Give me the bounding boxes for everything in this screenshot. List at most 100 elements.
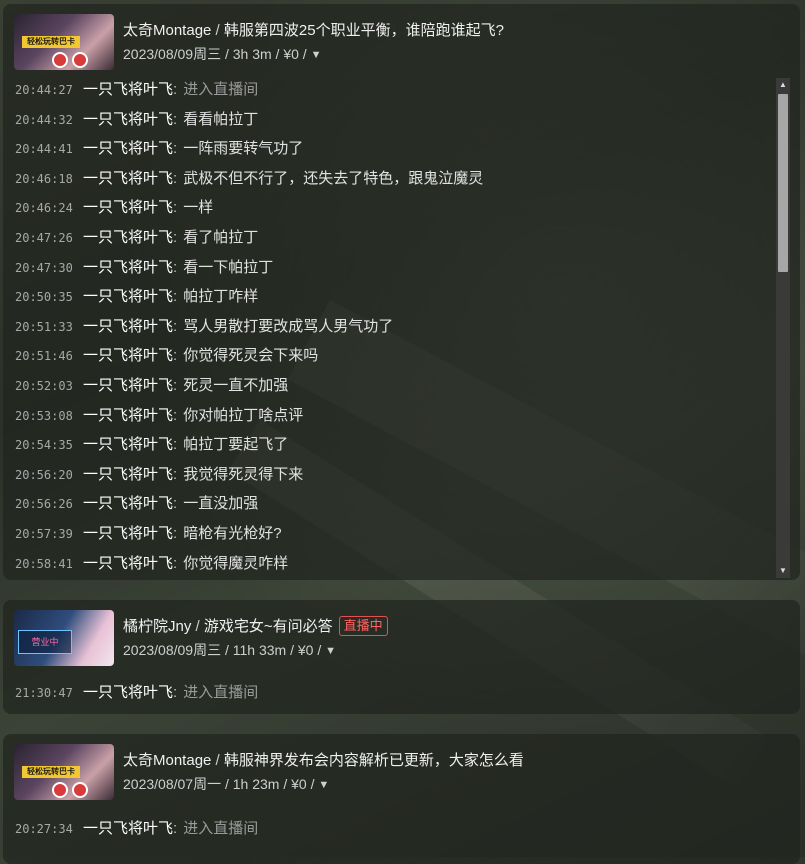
message-username[interactable]: 一只飞将叶飞	[83, 466, 173, 483]
message-text: 看了帕拉丁	[183, 228, 259, 246]
expand-toggle-icon[interactable]: ▼	[318, 779, 329, 791]
message-text: 帕拉丁咋样	[183, 288, 259, 306]
message-username[interactable]: 一只飞将叶飞	[83, 288, 173, 305]
message-timestamp: 20:44:41	[15, 142, 73, 157]
thumbnail-banner: 轻松玩转巴卡	[22, 36, 80, 48]
message-username[interactable]: 一只飞将叶飞	[83, 525, 173, 542]
session-card-3: 轻松玩转巴卡 太奇Montage / 韩服神界发布会内容解析已更新，大家怎么看 …	[3, 734, 800, 864]
message-username[interactable]: 一只飞将叶飞	[83, 229, 173, 246]
chat-message: 20:47:26 一只飞将叶飞: 看了帕拉丁	[15, 223, 483, 253]
message-colon: :	[173, 258, 178, 276]
message-timestamp: 20:56:26	[15, 497, 73, 512]
no-entry-icon	[72, 782, 88, 798]
chat-message: 20:57:39 一只飞将叶飞: 暗枪有光枪好?	[15, 519, 483, 549]
message-colon: :	[173, 317, 178, 335]
scroll-up-icon[interactable]: ▲	[776, 78, 790, 92]
message-username[interactable]: 一只飞将叶飞	[83, 318, 173, 335]
session-meta: 2023/08/09周三 / 11h 33m / ¥0 / ▼	[123, 640, 336, 660]
separator: /	[221, 642, 233, 658]
chat-message: 20:52:03 一只飞将叶飞: 死灵一直不加强	[15, 371, 483, 401]
message-text: 一阵雨要转气功了	[183, 140, 304, 158]
session-date: 2023/08/09周三	[123, 642, 222, 658]
streamer-name[interactable]: 太奇Montage	[123, 22, 211, 39]
message-username[interactable]: 一只飞将叶飞	[83, 684, 173, 701]
session-title-line: 太奇Montage / 韩服神界发布会内容解析已更新，大家怎么看	[123, 749, 524, 770]
message-timestamp: 20:54:35	[15, 438, 73, 453]
session-card-2: 营业中 橘柠院Jny / 游戏宅女~有问必答 直播中 2023/08/09周三 /…	[3, 600, 800, 714]
streamer-name[interactable]: 太奇Montage	[123, 752, 211, 769]
chat-message: 20:27:34 一只飞将叶飞: 进入直播间	[15, 814, 258, 844]
stream-title[interactable]: 游戏宅女~有问必答	[204, 618, 333, 635]
streamer-name[interactable]: 橘柠院Jny	[123, 618, 191, 635]
message-timestamp: 20:53:08	[15, 408, 73, 423]
message-username[interactable]: 一只飞将叶飞	[83, 555, 173, 572]
system-message-text: 进入直播间	[183, 81, 259, 98]
message-timestamp: 20:47:26	[15, 230, 73, 245]
message-username[interactable]: 一只飞将叶飞	[83, 199, 173, 216]
chat-message: 20:46:24 一只飞将叶飞: 一样	[15, 193, 483, 223]
chat-message: 20:44:32 一只飞将叶飞: 看看帕拉丁	[15, 105, 483, 135]
separator: /	[221, 776, 233, 792]
message-text: 帕拉丁要起飞了	[183, 436, 289, 454]
separator: /	[211, 22, 224, 39]
session-date: 2023/08/07周一	[123, 776, 222, 792]
separator: /	[298, 46, 311, 62]
expand-toggle-icon[interactable]: ▼	[311, 49, 322, 61]
message-colon: :	[173, 110, 178, 128]
message-text: 骂人男散打要改成骂人男气功了	[183, 317, 394, 335]
scrollbar[interactable]: ▲ ▼	[776, 78, 790, 578]
message-colon: :	[173, 376, 178, 394]
message-username[interactable]: 一只飞将叶飞	[83, 140, 173, 157]
separator: /	[286, 642, 298, 658]
message-text: 你觉得魔灵咋样	[183, 554, 289, 572]
message-colon: :	[173, 199, 178, 217]
chat-message: 20:56:26 一只飞将叶飞: 一直没加强	[15, 489, 483, 519]
chat-message: 20:44:41 一只飞将叶飞: 一阵雨要转气功了	[15, 134, 483, 164]
session-duration: 11h 33m	[232, 642, 287, 658]
message-username[interactable]: 一只飞将叶飞	[83, 347, 173, 364]
session-duration: 3h 3m	[232, 46, 272, 62]
stream-thumbnail[interactable]: 轻松玩转巴卡	[14, 744, 114, 800]
stream-title[interactable]: 韩服第四波25个职业平衡，谁陪跑谁起飞?	[224, 22, 504, 39]
message-timestamp: 20:58:41	[15, 556, 73, 571]
no-entry-icon	[52, 52, 68, 68]
expand-toggle-icon[interactable]: ▼	[325, 645, 336, 657]
scroll-down-icon[interactable]: ▼	[776, 564, 790, 578]
scrollbar-thumb[interactable]	[778, 94, 788, 272]
chat-message: 20:58:41 一只飞将叶飞: 你觉得魔灵咋样	[15, 549, 483, 579]
message-username[interactable]: 一只飞将叶飞	[83, 111, 173, 128]
system-message-text: 进入直播间	[183, 820, 259, 837]
stream-thumbnail[interactable]: 营业中	[14, 610, 114, 666]
message-username[interactable]: 一只飞将叶飞	[83, 407, 173, 424]
message-username[interactable]: 一只飞将叶飞	[83, 81, 173, 98]
session-duration: 1h 23m	[232, 776, 280, 792]
message-username[interactable]: 一只飞将叶飞	[83, 436, 173, 453]
no-entry-icon	[72, 52, 88, 68]
message-username[interactable]: 一只飞将叶飞	[83, 495, 173, 512]
message-colon: :	[173, 495, 178, 513]
message-colon: :	[173, 169, 178, 187]
message-colon: :	[173, 436, 178, 454]
message-text: 一样	[183, 199, 214, 217]
message-timestamp: 20:57:39	[15, 526, 73, 541]
message-text: 一直没加强	[183, 495, 259, 513]
message-timestamp: 20:56:20	[15, 467, 73, 482]
message-username[interactable]: 一只飞将叶飞	[83, 170, 173, 187]
chat-message: 20:44:27 一只飞将叶飞: 进入直播间	[15, 75, 483, 105]
message-text: 看一下帕拉丁	[183, 258, 274, 276]
message-username[interactable]: 一只飞将叶飞	[83, 259, 173, 276]
message-username[interactable]: 一只飞将叶飞	[83, 820, 173, 837]
message-text: 看看帕拉丁	[183, 110, 259, 128]
message-timestamp: 20:44:27	[15, 83, 73, 97]
message-username[interactable]: 一只飞将叶飞	[83, 377, 173, 394]
stream-title[interactable]: 韩服神界发布会内容解析已更新，大家怎么看	[224, 752, 524, 769]
message-colon: :	[173, 820, 178, 837]
thumbnail-banner: 轻松玩转巴卡	[22, 766, 80, 778]
message-timestamp: 20:51:33	[15, 319, 73, 334]
message-list: 20:27:34 一只飞将叶飞: 进入直播间	[15, 814, 258, 844]
message-text: 死灵一直不加强	[183, 376, 289, 394]
stream-thumbnail[interactable]: 轻松玩转巴卡	[14, 14, 114, 70]
separator: /	[211, 752, 224, 769]
session-title-line: 太奇Montage / 韩服第四波25个职业平衡，谁陪跑谁起飞?	[123, 19, 504, 40]
message-colon: :	[173, 347, 178, 365]
